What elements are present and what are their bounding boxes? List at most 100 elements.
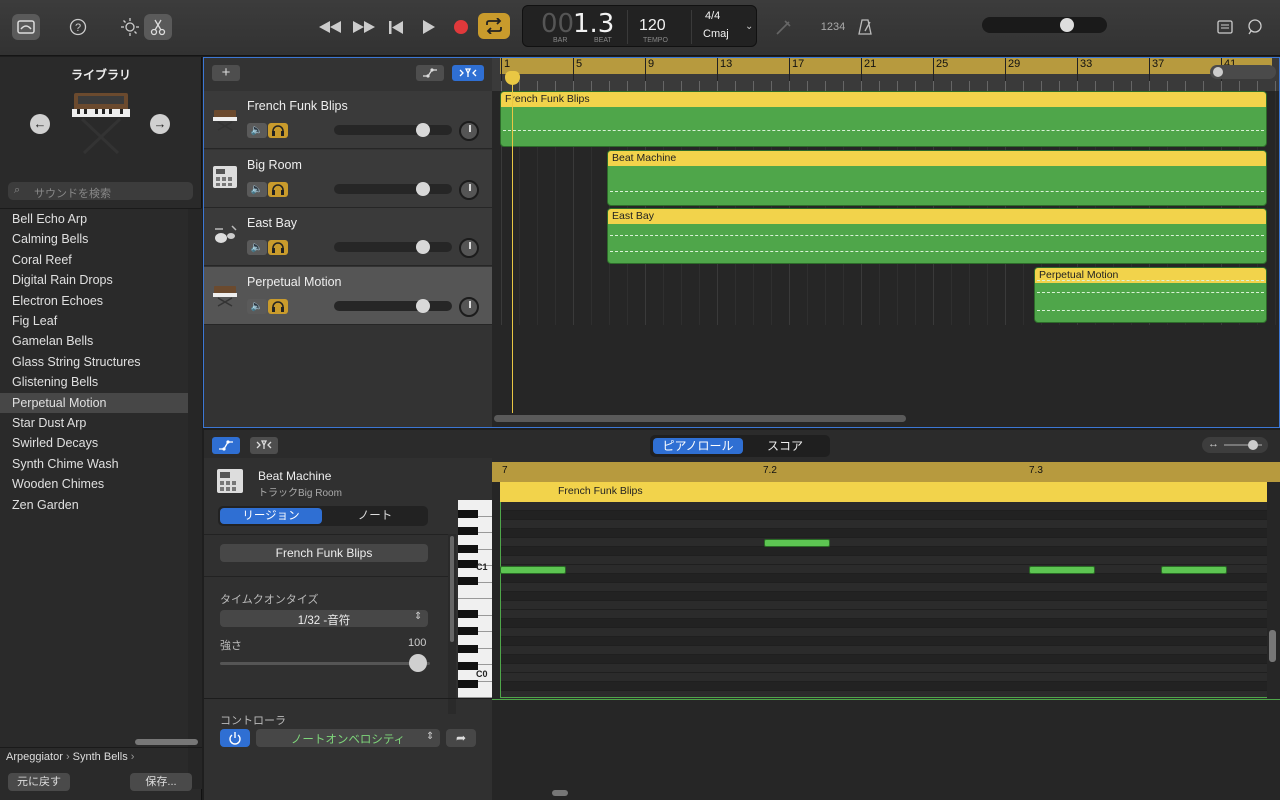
- track-volume-slider[interactable]: [334, 123, 452, 137]
- solo-button[interactable]: [268, 298, 288, 314]
- inspector-scrollbar[interactable]: [450, 536, 454, 642]
- fast-forward-button[interactable]: [350, 14, 378, 40]
- library-item[interactable]: Calming Bells: [0, 229, 188, 249]
- tab-region[interactable]: リージョン: [220, 508, 322, 524]
- smart-tempo-button[interactable]: [452, 65, 484, 81]
- library-item[interactable]: Zen Garden: [0, 495, 188, 515]
- library-item[interactable]: Wooden Chimes: [0, 474, 188, 494]
- midi-note[interactable]: [1161, 566, 1227, 574]
- track-volume-knob[interactable]: [416, 298, 430, 313]
- track-volume-slider[interactable]: [334, 298, 452, 313]
- library-scrollbar[interactable]: [135, 739, 198, 745]
- library-item[interactable]: Gamelan Bells: [0, 331, 188, 351]
- library-item[interactable]: Synth Chime Wash: [0, 454, 188, 474]
- save-button[interactable]: 保存...: [130, 773, 192, 791]
- strength-slider-knob[interactable]: [409, 654, 427, 672]
- revert-button[interactable]: 元に戻す: [8, 773, 70, 791]
- mute-button[interactable]: 🔈: [247, 123, 267, 138]
- track-volume-slider[interactable]: [334, 181, 452, 196]
- tuner-button[interactable]: [770, 14, 796, 40]
- record-button[interactable]: [448, 14, 474, 40]
- piano-black-key[interactable]: [458, 680, 478, 688]
- controller-select[interactable]: ノートオンベロシティ ⇕: [256, 729, 440, 747]
- editor-view-switch[interactable]: ピアノロール スコア: [650, 435, 830, 457]
- library-scroll-track[interactable]: [188, 209, 202, 789]
- mute-button[interactable]: 🔈: [247, 298, 267, 314]
- lcd-display[interactable]: 00 1.3 BAR BEAT 120 TEMPO 4/4 Cmaj ⌄: [522, 5, 757, 47]
- region-header[interactable]: [501, 92, 1266, 107]
- rewind-button[interactable]: [316, 14, 344, 40]
- track-name[interactable]: Perpetual Motion: [247, 275, 342, 289]
- cycle-button[interactable]: [478, 13, 510, 39]
- library-item[interactable]: Digital Rain Drops: [0, 270, 188, 290]
- tab-piano-roll[interactable]: ピアノロール: [653, 438, 743, 454]
- zoom-slider-knob[interactable]: [1213, 67, 1223, 77]
- library-item[interactable]: Coral Reef: [0, 250, 188, 270]
- solo-button[interactable]: [268, 181, 288, 197]
- editor-zoom-slider[interactable]: ↔: [1202, 437, 1268, 453]
- library-item[interactable]: Star Dust Arp: [0, 413, 188, 433]
- breadcrumb-item[interactable]: Arpeggiator: [6, 751, 63, 763]
- tab-note[interactable]: ノート: [324, 508, 426, 524]
- solo-button[interactable]: [268, 240, 288, 255]
- piano-roll-horizontal-scrollbar[interactable]: [552, 790, 568, 796]
- editor-zoom-knob[interactable]: [1248, 440, 1258, 450]
- controller-share-button[interactable]: ➦: [446, 729, 476, 747]
- piano-black-key[interactable]: [458, 662, 478, 670]
- playhead[interactable]: [512, 71, 513, 413]
- library-item[interactable]: Fig Leaf: [0, 311, 188, 331]
- midi-note[interactable]: [500, 566, 566, 574]
- master-volume-knob[interactable]: [1060, 18, 1074, 32]
- piano-black-key[interactable]: [458, 627, 478, 635]
- library-back-button[interactable]: ←: [30, 114, 50, 134]
- editors-button[interactable]: [144, 14, 172, 40]
- play-button[interactable]: [416, 14, 442, 40]
- track-header[interactable]: East Bay 🔈: [204, 208, 492, 266]
- automation-button[interactable]: [416, 65, 444, 81]
- strength-slider[interactable]: [220, 662, 430, 665]
- piano-roll-region-header[interactable]: French Funk Blips: [500, 482, 1267, 502]
- zoom-slider[interactable]: [1210, 65, 1276, 79]
- horizontal-scrollbar[interactable]: [494, 415, 906, 422]
- track-name[interactable]: Big Room: [247, 158, 302, 172]
- breadcrumb-item[interactable]: Synth Bells: [73, 751, 128, 763]
- chevron-down-icon[interactable]: ⌄: [745, 21, 753, 32]
- track-volume-knob[interactable]: [416, 181, 430, 196]
- region[interactable]: French Funk Blips: [500, 91, 1267, 147]
- region-header[interactable]: [608, 209, 1266, 224]
- piano-roll-vertical-scrollbar[interactable]: [1269, 630, 1276, 662]
- library-item[interactable]: Glistening Bells: [0, 372, 188, 392]
- piano-black-key[interactable]: [458, 545, 478, 553]
- library-forward-button[interactable]: →: [150, 114, 170, 134]
- track-volume-knob[interactable]: [416, 123, 430, 137]
- help-button[interactable]: ?: [64, 14, 92, 40]
- track-header[interactable]: French Funk Blips 🔈: [204, 91, 492, 149]
- library-toggle-button[interactable]: [12, 14, 40, 40]
- mute-button[interactable]: 🔈: [247, 181, 267, 197]
- track-name[interactable]: French Funk Blips: [247, 99, 348, 113]
- controller-power-button[interactable]: [220, 729, 250, 747]
- ruler[interactable]: 1 5 9 13 17 21 25 29 33 37 41: [492, 57, 1280, 91]
- track-header[interactable]: Big Room 🔈: [204, 149, 492, 208]
- smart-controls-button[interactable]: [116, 14, 144, 40]
- library-item[interactable]: Bell Echo Arp: [0, 209, 188, 229]
- track-name[interactable]: East Bay: [247, 216, 297, 230]
- library-breadcrumb[interactable]: Arpeggiator › Synth Bells ›: [6, 751, 134, 763]
- track-volume-slider[interactable]: [334, 240, 452, 254]
- library-item[interactable]: Swirled Decays: [0, 433, 188, 453]
- tracks-area[interactable]: 1 5 9 13 17 21 25 29 33 37 41 French Funk Blips Bea…: [492, 57, 1280, 428]
- mute-button[interactable]: 🔈: [247, 240, 267, 255]
- piano-black-key[interactable]: [458, 645, 478, 653]
- piano-roll-ruler[interactable]: [492, 462, 1280, 482]
- pan-knob[interactable]: [459, 238, 479, 258]
- track-header[interactable]: Perpetual Motion 🔈: [204, 266, 492, 325]
- region[interactable]: East Bay: [607, 208, 1267, 264]
- region-header[interactable]: [608, 150, 1266, 166]
- midi-note[interactable]: [764, 539, 830, 547]
- pan-knob[interactable]: [459, 121, 479, 141]
- midi-note[interactable]: [1029, 566, 1095, 574]
- library-search-input[interactable]: ⌕ サウンドを検索: [8, 182, 193, 200]
- notepad-button[interactable]: [1212, 14, 1238, 40]
- master-volume-slider[interactable]: [982, 17, 1107, 33]
- go-to-beginning-button[interactable]: [383, 14, 409, 40]
